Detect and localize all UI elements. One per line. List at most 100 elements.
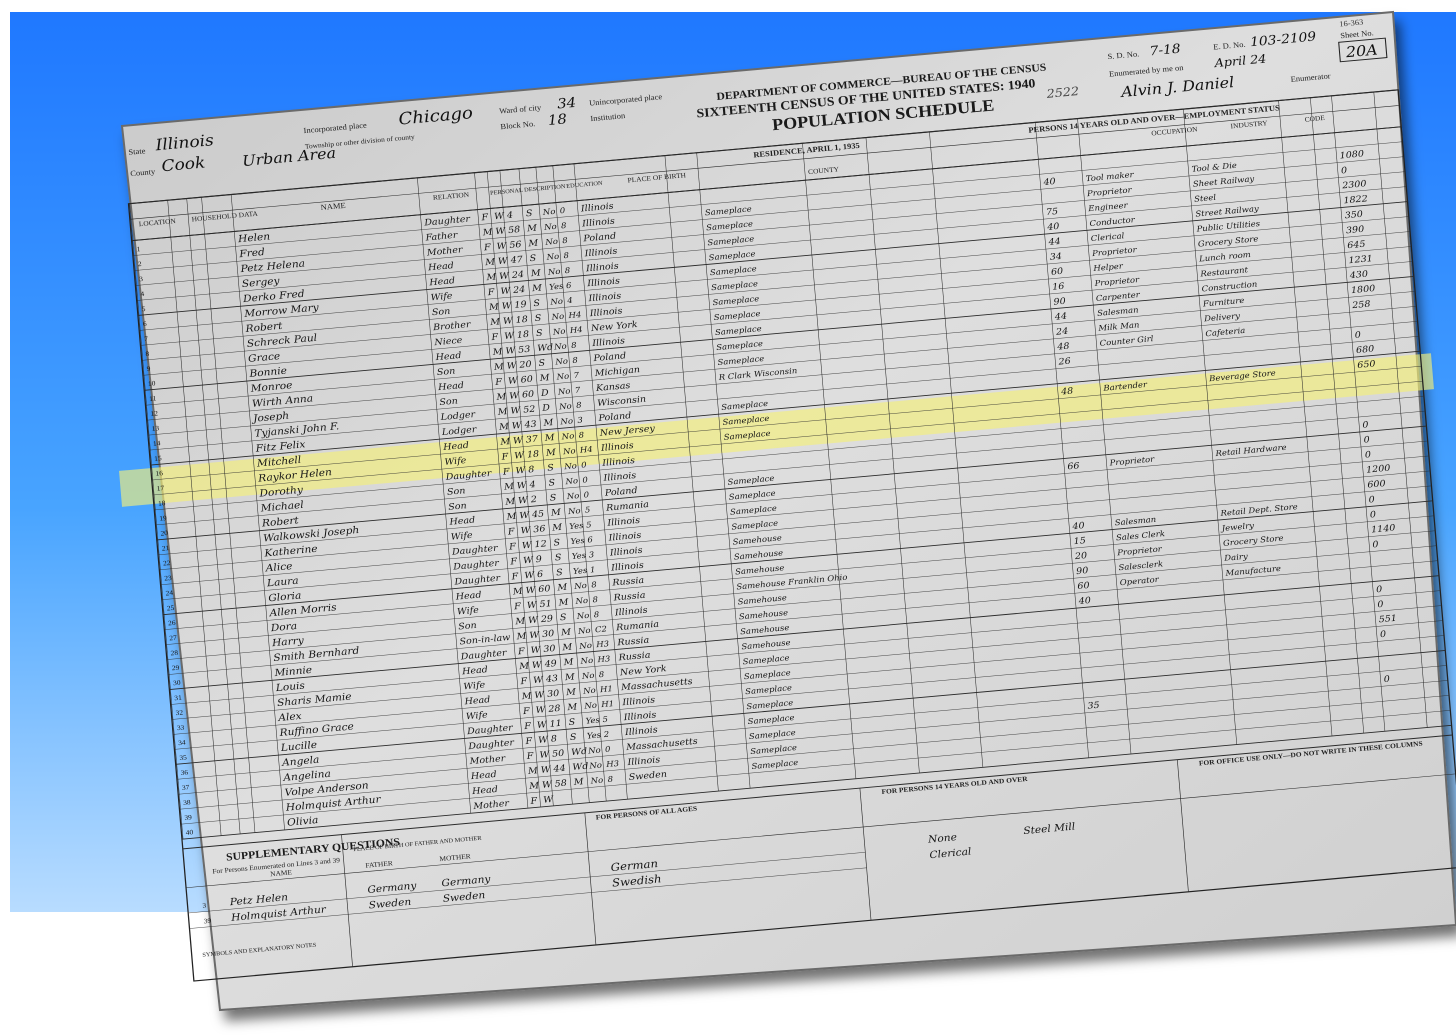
sex-cell: M [484, 257, 496, 269]
age-cell: 19 [514, 299, 527, 311]
age-cell: 24 [510, 269, 524, 281]
age-cell: 56 [509, 239, 522, 251]
relation-cell: Son [448, 501, 467, 513]
school-cell: No [574, 595, 588, 606]
age-cell: 43 [523, 419, 537, 431]
age-cell: 52 [523, 404, 536, 416]
grade-cell: H3 [596, 653, 611, 664]
marital-cell: S [526, 208, 533, 219]
age-cell: 24 [512, 284, 526, 296]
grade-cell: 8 [592, 594, 598, 604]
marital-cell: M [557, 597, 569, 609]
income-cell: 0 [1363, 435, 1370, 446]
hours-cell: 34 [1049, 251, 1062, 263]
school-cell: No [554, 356, 568, 367]
marital-cell: M [561, 642, 573, 654]
grade-cell: 6 [587, 534, 593, 544]
sex-cell: M [514, 616, 526, 628]
income-cell: 551 [1378, 613, 1397, 625]
line-number: 16 [155, 469, 163, 477]
age-cell: 30 [542, 628, 555, 640]
age-cell: 8 [528, 464, 535, 475]
relation-cell: Son [437, 366, 456, 378]
school-cell: No [544, 236, 558, 247]
income-cell: 1231 [1348, 253, 1373, 266]
marital-cell: M [560, 627, 572, 639]
school-cell: No [588, 760, 602, 771]
line-number: 18 [158, 499, 166, 507]
income-cell: 0 [1341, 165, 1348, 176]
sex-cell: M [488, 302, 500, 314]
income-cell: 390 [1346, 224, 1365, 236]
age-cell: 12 [534, 539, 547, 551]
sex-cell: M [493, 361, 505, 373]
marital-cell: M [543, 432, 555, 444]
marital-cell: M [531, 283, 543, 295]
marital-cell: Wd [537, 342, 554, 354]
grade-cell: 8 [562, 235, 568, 245]
grade-cell: 8 [598, 669, 604, 679]
income-cell: 350 [1344, 209, 1363, 221]
line-number: 24 [165, 589, 173, 597]
school-cell: Yes [573, 565, 588, 576]
school-cell: No [546, 266, 560, 277]
relation-cell: Son [431, 306, 450, 318]
marital-cell: M [526, 223, 538, 235]
grade-cell: 5 [586, 519, 592, 529]
line-number: 37 [182, 784, 190, 792]
line-number: 30 [173, 679, 181, 687]
school-cell: No [555, 371, 569, 382]
grade-cell: 8 [563, 250, 569, 260]
line-number: 11 [149, 395, 157, 403]
line-number: 35 [179, 754, 187, 762]
income-cell: 680 [1356, 344, 1375, 356]
age-cell: 2 [529, 494, 537, 505]
sex-cell: M [518, 661, 530, 673]
line-number: 27 [169, 634, 177, 642]
grade-cell: 8 [576, 400, 582, 410]
grade-cell: 8 [593, 609, 599, 619]
income-cell: 0 [1368, 494, 1375, 505]
grade-cell: 5 [602, 714, 608, 724]
grade-cell: H3 [605, 758, 620, 769]
line-number: 13 [151, 424, 159, 432]
school-cell: Yes [585, 715, 600, 726]
income-cell: 0 [1354, 330, 1361, 341]
school-cell: No [589, 775, 603, 786]
line-number: 15 [154, 454, 162, 462]
relation-cell: Wife [444, 455, 467, 467]
marital-cell: M [542, 417, 554, 429]
line-number: 38 [183, 799, 191, 807]
line-number: 14 [153, 439, 161, 447]
age-cell: 28 [547, 703, 561, 715]
marital-cell: S [533, 298, 540, 309]
relation-cell: Son [447, 486, 466, 498]
marital-cell: M [565, 687, 577, 699]
grade-cell: C2 [595, 624, 608, 635]
age-cell: 43 [544, 673, 558, 685]
marital-cell: M [550, 507, 562, 519]
census-sheet-svg: 16-363 DEPARTMENT OF COMMERCE—BUREAU OF … [119, 10, 1456, 1012]
income-cell: 645 [1347, 239, 1366, 251]
school-cell: No [559, 416, 573, 427]
marital-cell: M [538, 372, 550, 384]
sheet-value: 20A [1344, 41, 1378, 61]
age-cell: 60 [520, 374, 533, 386]
hours-cell: 20 [1073, 550, 1087, 562]
sex-cell: M [498, 421, 510, 433]
school-cell: No [577, 625, 591, 636]
marital-cell: M [556, 582, 568, 594]
sex-cell: M [511, 586, 523, 598]
marital-cell: S [536, 328, 543, 339]
age-cell: 30 [547, 688, 560, 700]
grade-cell: 0 [581, 460, 587, 470]
line-number: 36 [180, 769, 188, 777]
line-number: 22 [163, 559, 171, 567]
age-cell: 30 [543, 643, 556, 655]
sex-cell: M [520, 691, 532, 703]
school-cell: No [541, 206, 555, 217]
census-document: 16-363 DEPARTMENT OF COMMERCE—BUREAU OF … [0, 0, 1456, 1035]
school-cell: Yes [571, 550, 586, 561]
line-number: 19 [159, 514, 167, 522]
industry-cell: Steel [1194, 192, 1217, 204]
